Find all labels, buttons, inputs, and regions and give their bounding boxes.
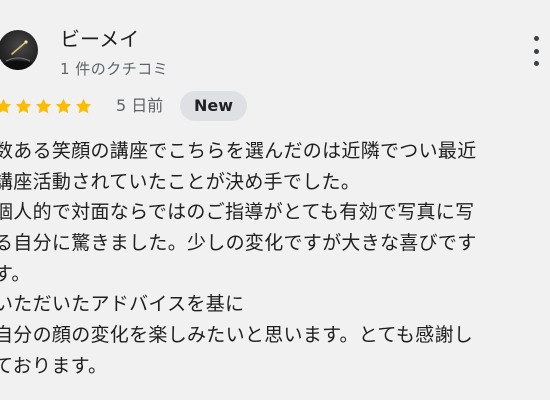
avatar[interactable] (0, 30, 38, 70)
review-text: 数ある笑顔の講座でこちらを選んだのは近隣でつい最近 講座活動されていたことが決め… (0, 136, 550, 382)
new-badge: New (180, 91, 248, 121)
more-vert-icon (533, 36, 539, 41)
review-text-line: 個人的で対面ならではのご指導がとても有効で写真に写 (0, 201, 475, 224)
review-text-line: ております。 (0, 354, 108, 377)
more-options-button[interactable] (526, 36, 546, 66)
star-icon (75, 98, 92, 113)
review-count: 1 件のクチコミ (60, 60, 169, 78)
star-icon (0, 98, 12, 113)
avatar-image (0, 40, 38, 70)
star-icon (35, 98, 52, 113)
reviewer-name[interactable]: ビーメイ (60, 27, 139, 51)
star-icon (15, 98, 32, 113)
review-text-line: す。 (0, 262, 31, 285)
review-text-line: る自分に驚きました。少しの変化ですが大きな喜びです (0, 232, 477, 255)
review-text-line: 自分の顔の変化を楽しみたいと思います。とても感謝し (0, 324, 474, 347)
star-icon (55, 98, 72, 113)
review-text-line: 講座活動されていたことが決め手でした。 (0, 170, 361, 193)
review-date: 5 日前 (116, 96, 164, 115)
review-text-line: いただいたアドバイスを基に (0, 293, 245, 316)
review-text-line: 数ある笑顔の講座でこちらを選んだのは近隣でつい最近 (0, 140, 477, 162)
star-rating (0, 94, 94, 118)
